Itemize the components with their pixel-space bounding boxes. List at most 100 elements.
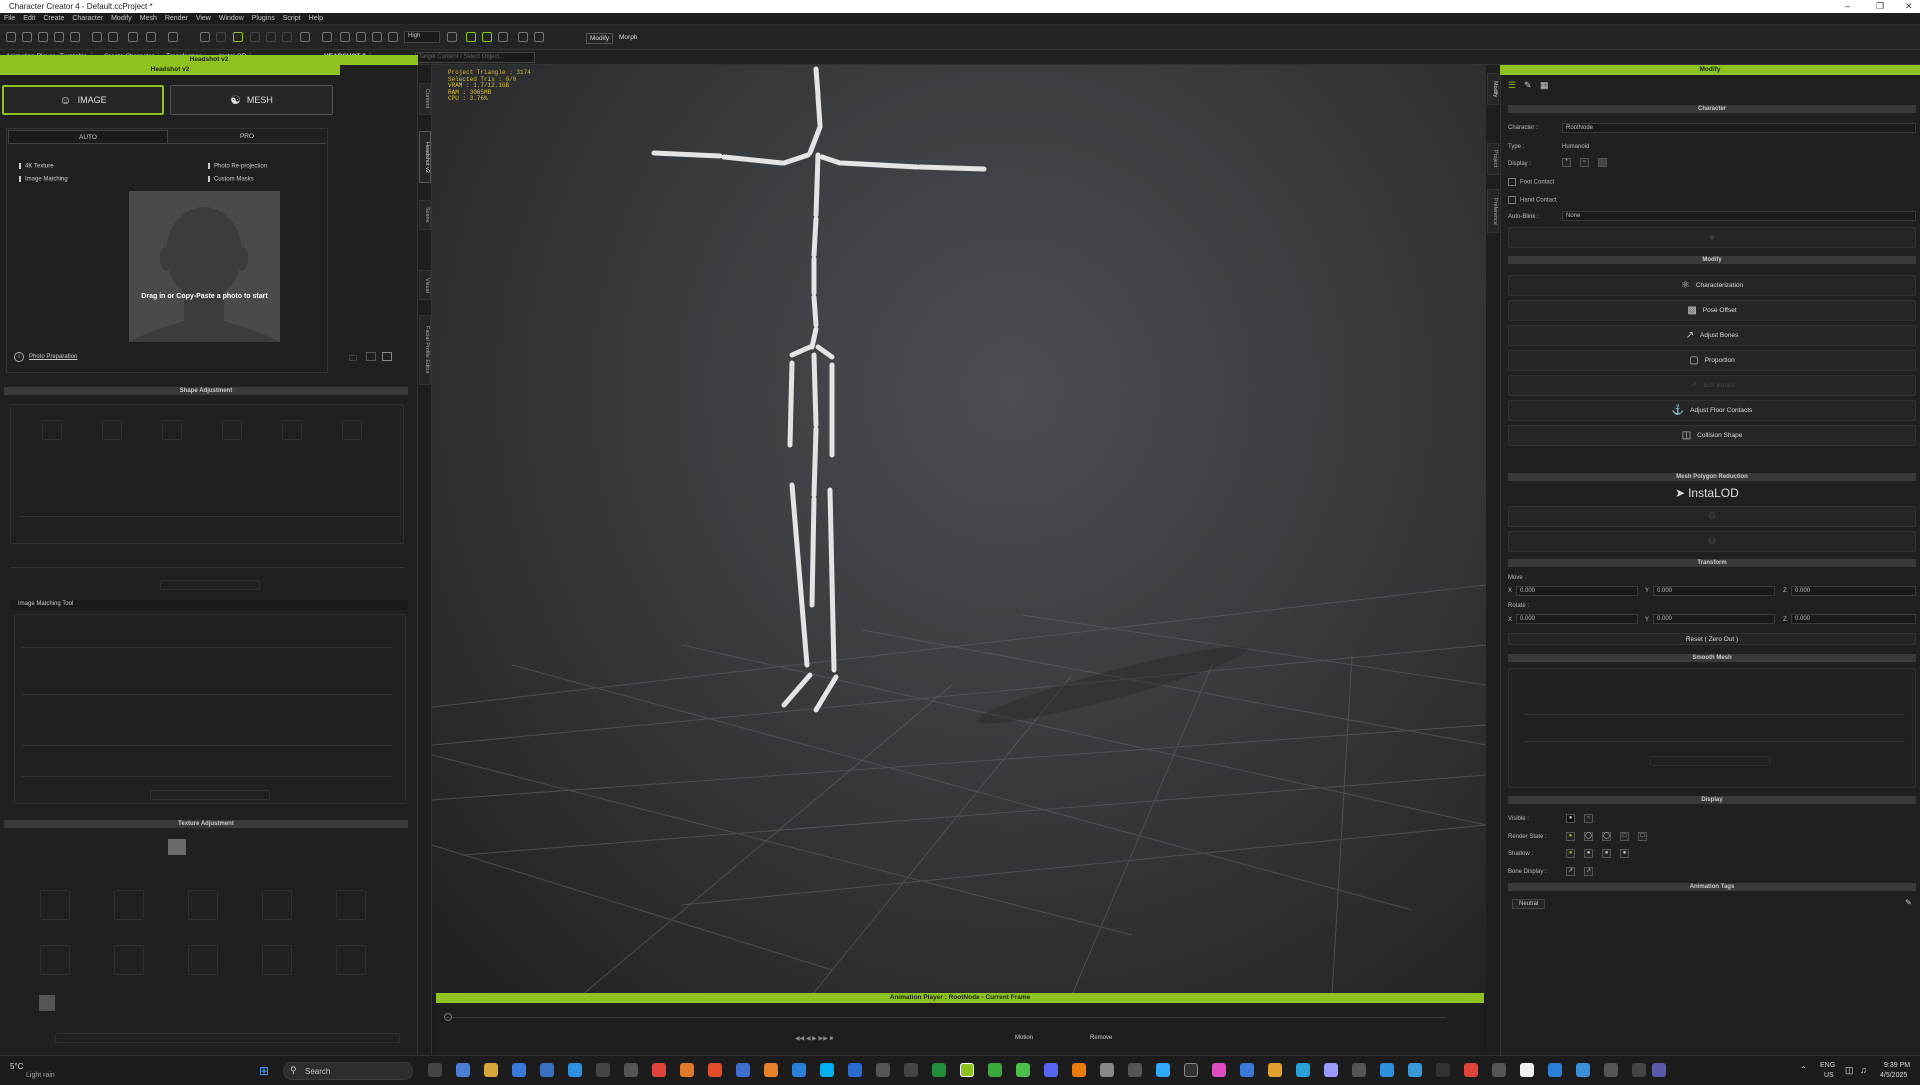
transform-section-header[interactable]: Transform [1508, 559, 1916, 567]
screenshot-icon[interactable] [108, 32, 118, 42]
render-state-4-icon[interactable]: □ [1620, 832, 1629, 841]
sliders-icon[interactable]: ☰ [1508, 80, 1516, 91]
menu-window[interactable]: Window [215, 13, 248, 24]
side-tab-scene[interactable]: Scene [419, 200, 431, 230]
camera-icon[interactable] [372, 32, 382, 42]
character-creator-taskbar-icon[interactable] [960, 1063, 974, 1077]
menu-mesh[interactable]: Mesh [136, 13, 161, 24]
close-icon[interactable]: ✕ [1905, 1, 1913, 12]
export-icon[interactable] [70, 32, 80, 42]
skin-color-swatch[interactable] [168, 839, 186, 855]
mesh-mode-button[interactable]: ☯ MESH [170, 85, 333, 115]
app-19-icon[interactable] [1296, 1063, 1310, 1077]
app-8-icon[interactable] [876, 1063, 890, 1077]
app-2-icon[interactable] [568, 1063, 582, 1077]
menu-script[interactable]: Script [279, 13, 305, 24]
side-tab-project[interactable]: Project [1487, 143, 1499, 175]
app-7-icon[interactable] [848, 1063, 862, 1077]
save-icon[interactable] [38, 32, 48, 42]
menu-edit[interactable]: Edit [19, 13, 39, 24]
content-search-input[interactable]: Target Content / Select Object... [415, 52, 535, 63]
pose-offset-button[interactable]: ▩ Pose Offset [1508, 300, 1916, 321]
language-indicator[interactable]: ENG [1820, 1062, 1835, 1069]
light-icon[interactable] [447, 32, 457, 42]
firefox-icon[interactable] [680, 1063, 694, 1077]
select-icon[interactable] [233, 32, 243, 42]
side-tab-headshot[interactable]: Headshot v2 [419, 131, 431, 183]
app-15-icon[interactable] [1184, 1063, 1198, 1077]
menu-character[interactable]: Character [68, 13, 107, 24]
move-x-input[interactable]: 0.000 [1516, 586, 1638, 596]
pose-icon[interactable]: ✎ [1524, 80, 1532, 91]
image-mode-button[interactable]: ☺ IMAGE [2, 85, 164, 115]
visible-on-icon[interactable]: ● [1566, 814, 1575, 823]
app-23-icon[interactable] [1436, 1063, 1450, 1077]
move-z-input[interactable]: 0.000 [1791, 586, 1916, 596]
info-icon[interactable]: i [14, 352, 24, 362]
tab-pro[interactable]: PRO [168, 130, 326, 143]
premiere-icon[interactable] [1324, 1063, 1338, 1077]
photo-preparation-link[interactable]: Photo Preparation [29, 354, 77, 360]
tool2-icon[interactable] [146, 32, 156, 42]
app-31-icon[interactable] [1652, 1063, 1666, 1077]
app-29-icon[interactable] [1604, 1063, 1618, 1077]
animation-tags-header[interactable]: Animation Tags [1508, 883, 1916, 891]
morph-mode-button[interactable]: Morph [616, 33, 640, 42]
play-controls[interactable]: ◀◀ ◀ ▶ ▶▶ ■ [795, 1035, 833, 1042]
menu-view[interactable]: View [192, 13, 215, 24]
folder-icon[interactable]: 🗀 [349, 353, 357, 367]
maximize-icon[interactable]: ❐ [1876, 1, 1884, 12]
volume-icon[interactable]: ♫ [1860, 1065, 1867, 1075]
option-photo-reprojection[interactable]: Photo Re-projection [208, 163, 267, 170]
clock-date[interactable]: 4/5/2025 [1880, 1072, 1907, 1079]
tab-auto[interactable]: AUTO [8, 130, 168, 143]
menu-render[interactable]: Render [161, 13, 192, 24]
rotate-x-input[interactable]: 0.000 [1516, 614, 1638, 624]
animation-player-header[interactable]: Animation Player : RootNode - Current Fr… [436, 993, 1484, 1003]
file-explorer-icon[interactable] [484, 1063, 498, 1077]
side-tab-preference[interactable]: Preference [1487, 189, 1499, 233]
app-10-icon[interactable] [932, 1063, 946, 1077]
foot-contact-checkbox[interactable]: Foot Contact [1508, 178, 1554, 186]
app-3-icon[interactable] [596, 1063, 610, 1077]
vlc-icon[interactable] [764, 1063, 778, 1077]
mesh-polygon-reduction-header[interactable]: Mesh Polygon Reduction [1508, 473, 1916, 481]
side-tab-facial-profile[interactable]: Facial Profile Editor [419, 315, 431, 385]
app-24-icon[interactable] [1464, 1063, 1478, 1077]
home-icon[interactable] [322, 32, 332, 42]
timeline-handle[interactable] [444, 1013, 452, 1021]
fit-icon[interactable] [388, 32, 398, 42]
shadow-4-icon[interactable]: ● [1620, 849, 1629, 858]
app-12-icon[interactable] [1016, 1063, 1030, 1077]
render-state-1-icon[interactable]: ● [1566, 832, 1575, 841]
3d-viewport[interactable] [431, 65, 1487, 996]
menu-help[interactable]: Help [305, 13, 327, 24]
snap-icon[interactable] [300, 32, 310, 42]
pose-view-icon[interactable] [482, 32, 492, 42]
zoom-icon[interactable] [168, 32, 178, 42]
region-indicator[interactable]: US [1824, 1072, 1834, 1079]
app-5-icon[interactable] [736, 1063, 750, 1077]
tag-neutral[interactable]: Neutral [1512, 899, 1546, 909]
shadow-2-icon[interactable]: ● [1584, 849, 1593, 858]
display-mode-2-icon[interactable]: ~ [1580, 158, 1589, 167]
copilot-icon[interactable] [456, 1063, 470, 1077]
menu-plugins[interactable]: Plugins [248, 13, 279, 24]
render-state-5-icon[interactable]: □ [1638, 832, 1647, 841]
app-28-icon[interactable] [1576, 1063, 1590, 1077]
option-custom-masks[interactable]: Custom Masks [208, 176, 254, 183]
bone-display-2-icon[interactable]: ↗ [1584, 867, 1593, 876]
minimize-icon[interactable]: – [1845, 1, 1850, 11]
modify-mode-button[interactable]: Modify [586, 33, 614, 44]
tray-chevron-icon[interactable]: ⌃ [1800, 1065, 1807, 1074]
shadow-1-icon[interactable]: ● [1566, 849, 1575, 858]
clock-time[interactable]: 9:39 PM [1884, 1062, 1910, 1069]
smooth-mesh-header[interactable]: Smooth Mesh [1508, 654, 1916, 662]
copy-icon[interactable] [382, 352, 392, 361]
shape-adjustment-header[interactable]: Shape Adjustment [4, 387, 408, 395]
app-22-icon[interactable] [1408, 1063, 1422, 1077]
windows-start-icon[interactable]: ⊞ [259, 1064, 269, 1078]
base-color-swatch[interactable] [39, 995, 55, 1011]
rotate-y-input[interactable]: 0.000 [1653, 614, 1775, 624]
motion-button[interactable]: Motion [1015, 1035, 1033, 1041]
